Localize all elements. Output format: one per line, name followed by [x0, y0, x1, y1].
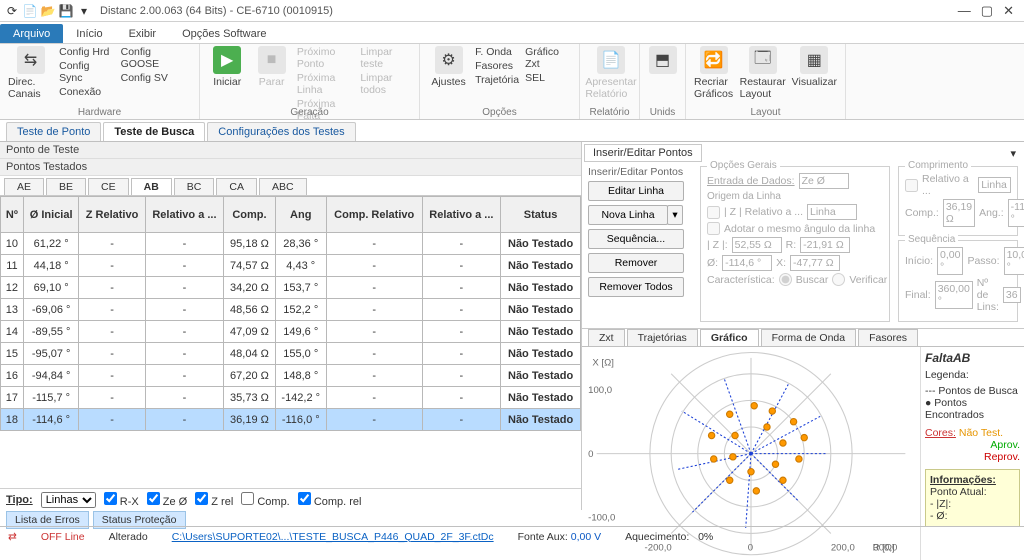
- group-opcoes: Opções: [420, 107, 579, 118]
- minimize-icon[interactable]: —: [958, 3, 971, 19]
- save-icon[interactable]: 💾: [58, 3, 74, 19]
- table-row[interactable]: 18-114,6 °--36,19 Ω-116,0 °--Não Testado: [1, 409, 581, 431]
- status-offline: OFF Line: [41, 531, 85, 543]
- grafico-zxt[interactable]: Gráfico Zxt: [525, 46, 571, 70]
- gtab-zxt[interactable]: Zxt: [588, 329, 625, 346]
- app-icon: ⟳: [4, 3, 20, 19]
- col-header: Status: [501, 197, 581, 233]
- status-alterado: Alterado: [109, 531, 148, 543]
- connection-icon: ⇄: [8, 531, 17, 543]
- tipo-label: Tipo:: [6, 494, 33, 506]
- ins-side-label: Inserir/Editar Pontos: [588, 166, 692, 178]
- sequencia-button[interactable]: Sequência...: [588, 229, 684, 249]
- editar-linha-button[interactable]: Editar Linha: [588, 181, 684, 201]
- fault-tab-ca[interactable]: CA: [216, 178, 257, 195]
- gtab-forma[interactable]: Forma de Onda: [761, 329, 857, 346]
- prox-linha: Próxima Linha: [297, 72, 355, 96]
- col-header: Nº: [1, 197, 24, 233]
- nova-linha-dropdown[interactable]: ▾: [667, 205, 683, 225]
- config-sync[interactable]: Config Sync: [59, 60, 115, 84]
- chk-zrel[interactable]: Z rel: [195, 492, 233, 508]
- config-sv[interactable]: Config SV: [121, 72, 191, 84]
- col-header: Comp. Relativo: [326, 197, 422, 233]
- conexao[interactable]: Conexão: [59, 86, 115, 98]
- subtab-teste-busca[interactable]: Teste de Busca: [103, 122, 205, 141]
- svg-text:0: 0: [588, 449, 593, 460]
- tab-opcoes[interactable]: Opções Software: [169, 24, 279, 43]
- pin-icon[interactable]: ▾: [1010, 147, 1022, 160]
- ponto-teste-label: Ponto de Teste: [0, 142, 581, 159]
- open-icon[interactable]: 📂: [40, 3, 56, 19]
- col-header: Relativo a ...: [422, 197, 501, 233]
- subtab-config-testes[interactable]: Configurações dos Testes: [207, 122, 355, 141]
- tab-arquivo[interactable]: Arquivo: [0, 24, 63, 43]
- svg-text:100,0: 100,0: [588, 385, 612, 396]
- gtab-grafico[interactable]: Gráfico: [700, 329, 759, 346]
- fault-tab-ce[interactable]: CE: [88, 178, 129, 195]
- group-geracao: Geração: [200, 107, 419, 118]
- group-unids: Unids: [640, 107, 685, 118]
- fault-tab-ae[interactable]: AE: [4, 178, 44, 195]
- prox-ponto: Próximo Ponto: [297, 46, 355, 70]
- group-layout: Layout: [686, 107, 845, 118]
- svg-text:-100,0: -100,0: [588, 513, 615, 524]
- svg-text:X [Ω]: X [Ω]: [592, 357, 614, 368]
- subtab-teste-ponto[interactable]: Teste de Ponto: [6, 122, 101, 141]
- new-icon[interactable]: 📄: [22, 3, 38, 19]
- fault-tab-abc[interactable]: ABC: [259, 178, 307, 195]
- chart-title: FaltaAB: [925, 351, 1020, 365]
- chk-rx[interactable]: R-X: [104, 492, 139, 508]
- gtab-traj[interactable]: Trajetórias: [627, 329, 698, 346]
- remover-todos-button[interactable]: Remover Todos: [588, 277, 684, 297]
- f-onda[interactable]: F. Onda: [475, 46, 519, 58]
- table-row[interactable]: 1269,10 °--34,20 Ω153,7 °--Não Testado: [1, 277, 581, 299]
- table-row[interactable]: 16-94,84 °--67,20 Ω148,8 °--Não Testado: [1, 365, 581, 387]
- nova-linha-button[interactable]: Nova Linha: [588, 205, 668, 225]
- close-icon[interactable]: ✕: [1003, 3, 1014, 19]
- limpar-teste: Limpar teste: [360, 46, 411, 70]
- fault-tab-ab[interactable]: AB: [131, 178, 172, 195]
- col-header: Ø Inicial: [23, 197, 79, 233]
- window-title: Distanc 2.00.063 (64 Bits) - CE-6710 (00…: [100, 5, 333, 17]
- col-header: Comp.: [224, 197, 275, 233]
- tipo-select[interactable]: Linhas: [41, 492, 96, 508]
- fault-tab-bc[interactable]: BC: [174, 178, 215, 195]
- file-path-link[interactable]: C:\Users\SUPORTE02\...\TESTE_BUSCA_P446_…: [172, 531, 494, 543]
- col-header: Z Relativo: [79, 197, 145, 233]
- table-row[interactable]: 15-95,07 °--48,04 Ω155,0 °--Não Testado: [1, 343, 581, 365]
- tab-inicio[interactable]: Início: [63, 24, 115, 43]
- chk-zeo[interactable]: Ze Ø: [147, 492, 188, 508]
- table-row[interactable]: 13-69,06 °--48,56 Ω152,2 °--Não Testado: [1, 299, 581, 321]
- group-relatorio: Relatório: [580, 107, 639, 118]
- table-row[interactable]: 17-115,7 °--35,73 Ω-142,2 °--Não Testado: [1, 387, 581, 409]
- fault-tab-be[interactable]: BE: [46, 178, 86, 195]
- limpar-todos: Limpar todos: [360, 72, 411, 96]
- col-header: Ang: [275, 197, 326, 233]
- sel[interactable]: SEL: [525, 72, 571, 84]
- dropdown-icon[interactable]: ▾: [76, 3, 92, 19]
- config-goose[interactable]: Config GOOSE: [121, 46, 191, 70]
- pontos-testados-label: Pontos Testados: [0, 159, 581, 176]
- chk-comp[interactable]: Comp.: [241, 492, 289, 508]
- col-header: Relativo a ...: [145, 197, 224, 233]
- table-row[interactable]: 14-89,55 °--47,09 Ω149,6 °--Não Testado: [1, 321, 581, 343]
- results-table: NºØ InicialZ RelativoRelativo a ...Comp.…: [0, 196, 581, 431]
- tab-exibir[interactable]: Exibir: [116, 24, 170, 43]
- remover-button[interactable]: Remover: [588, 253, 684, 273]
- table-row[interactable]: 1061,22 °--95,18 Ω28,36 °--Não Testado: [1, 233, 581, 255]
- group-hardware: Hardware: [0, 107, 199, 118]
- config-hrd[interactable]: Config Hrd: [59, 46, 115, 58]
- fasores-btn[interactable]: Fasores: [475, 60, 519, 72]
- maximize-icon[interactable]: ▢: [981, 3, 993, 19]
- trajetoria[interactable]: Trajetória: [475, 74, 519, 86]
- table-row[interactable]: 1144,18 °--74,57 Ω4,43 °--Não Testado: [1, 255, 581, 277]
- chk-comprel[interactable]: Comp. rel: [298, 492, 362, 508]
- tab-inserir-editar[interactable]: Inserir/Editar Pontos: [584, 144, 702, 162]
- gtab-fasores[interactable]: Fasores: [858, 329, 918, 346]
